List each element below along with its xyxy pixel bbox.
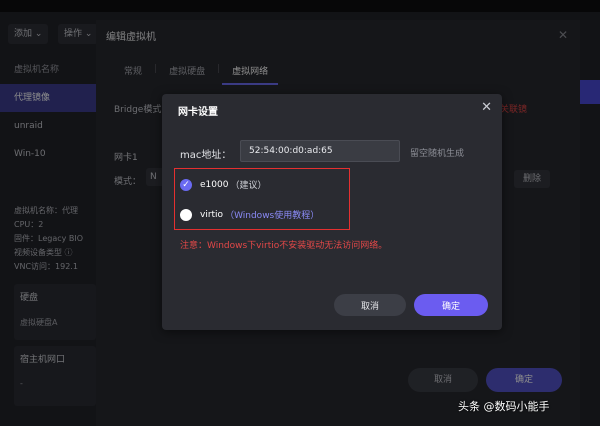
confirm-button[interactable]: 确定 [414,294,488,316]
option-e1000[interactable]: ✓ e1000 （建议） [180,178,266,191]
option-name: virtio [200,209,224,220]
virtio-notice: 注意：Windows下virtio不安装驱动无法访问网络。 [180,241,388,251]
option-name: e1000 [200,179,229,190]
mac-label: mac地址： [180,150,232,161]
nic-settings-dialog: 网卡设置 ✕ mac地址： 留空随机生成 ✓ e1000 （建议） virtio… [162,94,502,330]
cancel-button[interactable]: 取消 [334,294,406,316]
mac-input[interactable] [240,140,400,162]
option-note: （建议） [230,181,267,191]
option-virtio[interactable]: virtio （Windows使用教程） [180,208,319,221]
nic-dialog-title: 网卡设置 [178,107,218,118]
windows-tutorial-link[interactable]: （Windows使用教程） [225,208,319,221]
mac-hint: 留空随机生成 [410,149,465,159]
close-icon[interactable]: ✕ [481,100,492,115]
watermark: 头条 @数码小能手 [458,400,550,413]
radio-unchecked-icon[interactable] [180,208,192,221]
radio-checked-icon[interactable]: ✓ [180,178,192,191]
